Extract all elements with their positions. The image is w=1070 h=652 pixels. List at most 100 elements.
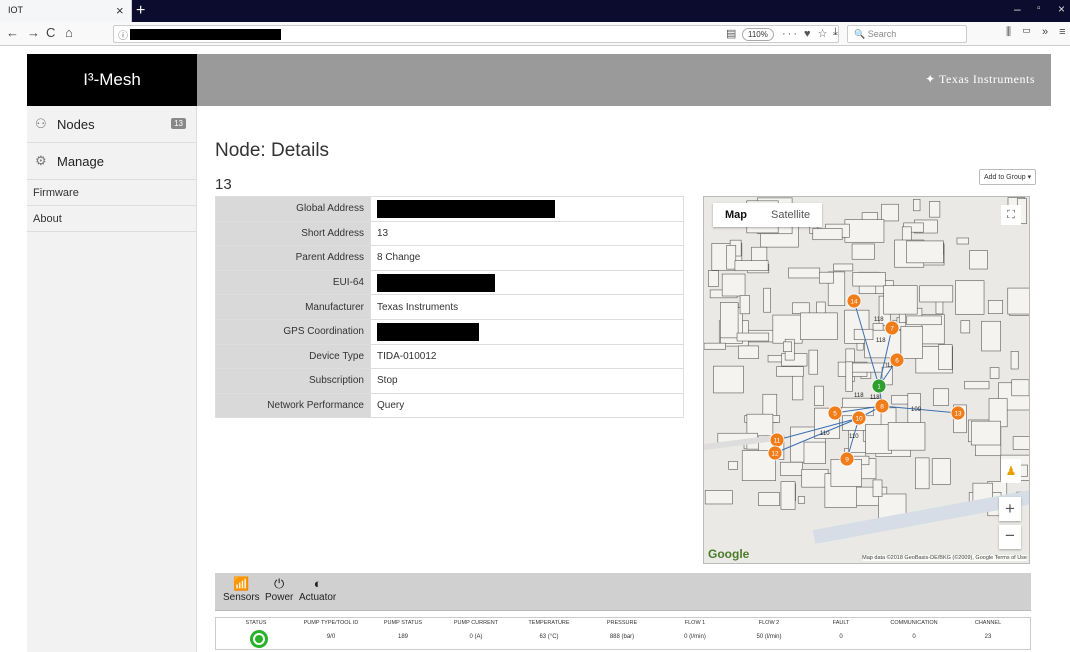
sensor-column: PRESSURE 888 (bar) bbox=[587, 620, 657, 640]
reload-icon[interactable]: C bbox=[46, 25, 55, 41]
app-brand[interactable]: I³-Mesh bbox=[27, 54, 197, 106]
building-outline bbox=[803, 441, 826, 464]
detail-key: Parent Address bbox=[215, 245, 371, 271]
search-placeholder: Search bbox=[867, 29, 897, 39]
add-to-group-button[interactable]: Add to Group ▾ bbox=[979, 169, 1037, 185]
building-outline bbox=[933, 388, 949, 406]
sensor-column: PUMP STATUS 189 bbox=[368, 620, 438, 640]
building-outline bbox=[818, 271, 834, 284]
page-actions-icon[interactable]: ··· ♥ ☆ bbox=[782, 27, 830, 40]
building-outline bbox=[865, 424, 892, 454]
building-outline bbox=[915, 457, 930, 490]
home-icon[interactable]: ⌂ bbox=[65, 25, 73, 41]
building-outline bbox=[981, 320, 1001, 352]
link-label: 118 bbox=[876, 338, 886, 344]
nodes-icon: ⚇ bbox=[35, 116, 47, 131]
detail-value bbox=[370, 269, 684, 296]
mesh-node-label: 7 bbox=[890, 326, 894, 333]
sensor-column: TEMPERATURE 63 (°C) bbox=[514, 620, 584, 640]
tab-actuator[interactable]: ◐ Actuator bbox=[299, 575, 336, 603]
link-label: 110 bbox=[820, 431, 830, 437]
search-input[interactable]: 🔍 Search bbox=[847, 25, 967, 43]
map-type-tabs: Map Satellite bbox=[713, 203, 823, 227]
street-view-icon[interactable]: ♟ bbox=[1001, 459, 1021, 483]
building-outline bbox=[960, 320, 971, 334]
mesh-node-label: 6 bbox=[895, 358, 899, 365]
sensor-header: PUMP STATUS bbox=[383, 620, 423, 626]
sidebar-link-about[interactable]: About bbox=[27, 206, 196, 232]
detail-value: 8 Change bbox=[370, 245, 684, 271]
building-outline bbox=[713, 365, 744, 394]
map-canvas[interactable]: 118118109116118110 1101181476185101311129 bbox=[704, 197, 1030, 564]
site-info-icon[interactable]: ⓘ bbox=[118, 27, 128, 42]
sidebar-item-nodes[interactable]: ⚇ Nodes 13 bbox=[27, 106, 196, 143]
map-tab-satellite[interactable]: Satellite bbox=[759, 203, 822, 227]
node-id: 13 bbox=[215, 176, 232, 193]
map-tab-map[interactable]: Map bbox=[713, 203, 759, 227]
detail-row: Global Address bbox=[215, 196, 684, 222]
sensor-value: 189 bbox=[397, 634, 408, 640]
browser-tab-strip: IOT × + – ▫ × bbox=[0, 0, 1070, 22]
detail-value bbox=[370, 318, 684, 345]
url-bar[interactable]: ⓘ ▤ 110% ··· ♥ ☆ bbox=[113, 25, 839, 43]
mesh-node-label: 1 bbox=[877, 384, 881, 391]
window-close-icon[interactable]: × bbox=[1058, 2, 1065, 16]
detail-value: Texas Instruments bbox=[370, 294, 684, 320]
sensor-header: FLOW 2 bbox=[758, 620, 780, 626]
building-outline bbox=[776, 366, 804, 377]
tab-sensors[interactable]: 📶 Sensors bbox=[223, 575, 260, 603]
detail-row: Subscription Stop bbox=[215, 368, 684, 394]
detail-row: Manufacturer Texas Instruments bbox=[215, 294, 684, 320]
sensor-column: PUMP CURRENT 0 (A) bbox=[441, 620, 511, 640]
link-label: 118 bbox=[854, 393, 864, 399]
forward-icon[interactable]: → bbox=[27, 25, 40, 41]
detail-value: Query bbox=[370, 392, 684, 419]
toggle-icon: ◐ bbox=[313, 576, 322, 591]
gear-icon: ⚙ bbox=[35, 153, 47, 168]
sensor-column: FLOW 2 50 (l/min) bbox=[734, 620, 804, 640]
building-outline bbox=[919, 285, 954, 303]
browser-tab[interactable]: IOT × bbox=[0, 0, 132, 22]
building-outline bbox=[792, 302, 810, 314]
back-icon[interactable]: ← bbox=[6, 25, 19, 41]
library-icon[interactable]: ⫼ ▭ » ≡ bbox=[1006, 26, 1070, 39]
zoom-out-button[interactable]: − bbox=[999, 525, 1021, 549]
zoom-in-button[interactable]: + bbox=[999, 497, 1021, 521]
detail-key: GPS Coordination bbox=[215, 318, 371, 345]
building-outline bbox=[1007, 287, 1029, 315]
tab-close-icon[interactable]: × bbox=[116, 3, 124, 18]
sidebar-item-label: Nodes bbox=[57, 116, 95, 132]
sensor-column: PUMP TYPE/TOOL ID 9/0 bbox=[296, 620, 366, 640]
zoom-level[interactable]: 110% bbox=[742, 28, 774, 41]
download-icon[interactable]: ⤓ bbox=[833, 26, 838, 39]
mesh-node-label: 14 bbox=[850, 299, 858, 306]
sensor-header: PRESSURE bbox=[606, 620, 638, 626]
detail-key: Device Type bbox=[215, 343, 371, 370]
building-outline bbox=[792, 372, 804, 401]
building-outline bbox=[728, 461, 738, 470]
vendor-name: Texas Instruments bbox=[939, 72, 1035, 86]
map-widget[interactable]: 118 118 109 116 118 110 110 118 14 7 6 1 8 5 10 13 11 12 9… bbox=[703, 196, 1030, 564]
building-outline bbox=[721, 273, 746, 297]
map-attribution[interactable]: Map data ©2018 GeoBasis-DE/BKG (©2009), … bbox=[862, 555, 1027, 561]
sensor-header: TEMPERATURE bbox=[528, 620, 570, 626]
tab-power[interactable]: ⏻ Power bbox=[265, 575, 293, 603]
building-outline bbox=[929, 201, 941, 218]
restore-icon[interactable]: ▫ bbox=[1037, 3, 1041, 14]
building-outline bbox=[887, 422, 926, 451]
building-outline bbox=[987, 300, 1003, 314]
mesh-node-label: 11 bbox=[774, 438, 781, 445]
building-outline bbox=[780, 461, 803, 476]
building-outline bbox=[883, 285, 918, 315]
new-tab-button[interactable]: + bbox=[136, 0, 145, 22]
building-outline bbox=[852, 272, 886, 287]
sensor-value: 0 (A) bbox=[469, 634, 483, 640]
building-outline bbox=[763, 287, 771, 313]
minimize-icon[interactable]: – bbox=[1014, 2, 1021, 16]
building-outline bbox=[956, 237, 969, 245]
fullscreen-icon[interactable]: ⛶ bbox=[1001, 205, 1021, 225]
sidebar-item-manage[interactable]: ⚙ Manage bbox=[27, 143, 196, 180]
url-redacted bbox=[130, 29, 281, 40]
sidebar-link-firmware[interactable]: Firmware bbox=[27, 180, 196, 206]
reader-view-icon[interactable]: ▤ bbox=[726, 27, 736, 40]
